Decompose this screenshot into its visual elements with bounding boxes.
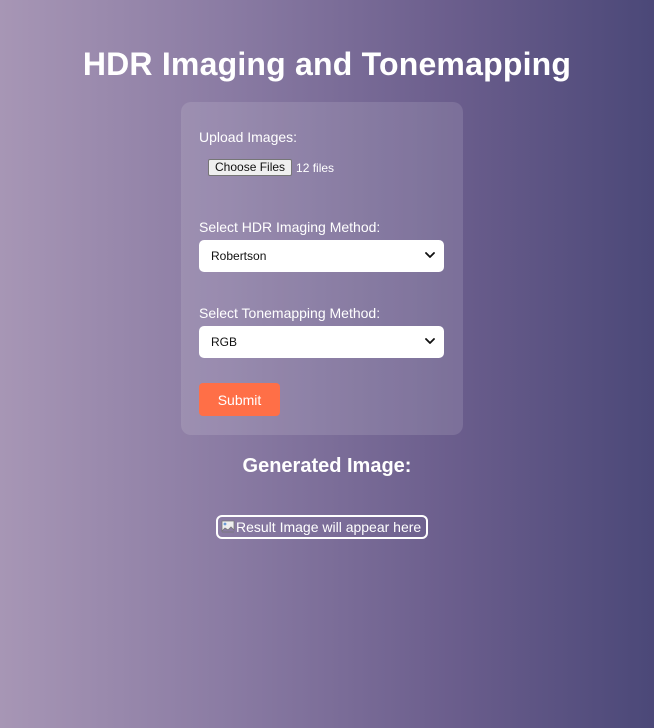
upload-images-label: Upload Images: [199, 129, 298, 145]
submit-button[interactable]: Submit [199, 383, 280, 416]
chevron-down-icon [425, 338, 435, 344]
tonemapping-method-value: RGB [211, 335, 238, 349]
chevron-down-icon [425, 252, 435, 258]
result-image-alt-text: Result Image will appear here [236, 519, 422, 535]
hdr-method-value: Robertson [211, 249, 267, 263]
upload-form: Upload Images: Choose Files 12 files Sel… [181, 102, 463, 435]
selected-files-count: 12 files [296, 160, 335, 175]
hdr-method-select[interactable]: Robertson [199, 240, 444, 272]
page-title: HDR Imaging and Tonemapping [82, 46, 572, 82]
choose-files-button[interactable]: Choose Files [208, 159, 293, 176]
generated-image-heading: Generated Image: [242, 455, 412, 477]
tonemapping-method-label: Select Tonemapping Method: [199, 305, 381, 321]
tonemapping-method-select[interactable]: RGB [199, 326, 444, 358]
file-upload-control[interactable]: Choose Files 12 files [208, 159, 334, 176]
result-image-placeholder: Result Image will appear here [216, 515, 428, 539]
broken-image-icon [221, 520, 235, 533]
hdr-method-label: Select HDR Imaging Method: [199, 219, 381, 235]
